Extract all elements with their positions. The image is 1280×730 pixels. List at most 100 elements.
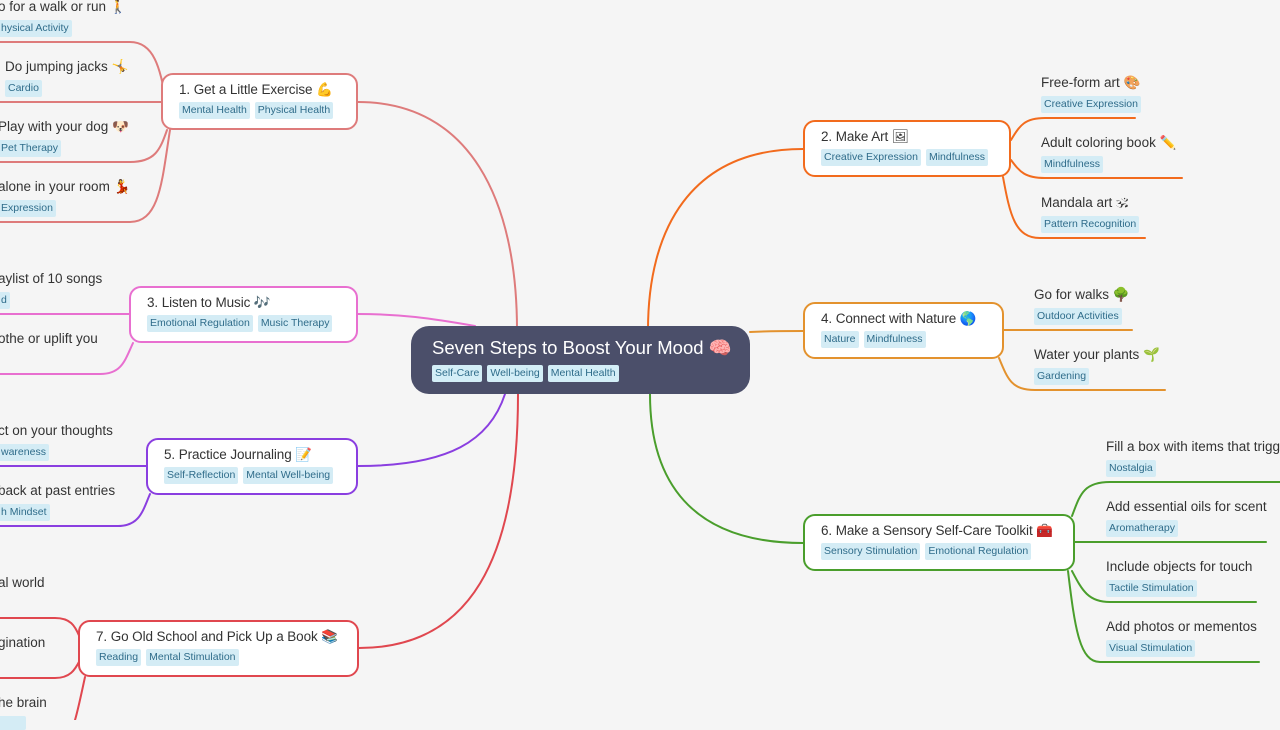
tag[interactable]: Gardening (1034, 368, 1090, 385)
leaf-soothe-uplift[interactable]: othe or uplift you (0, 330, 98, 348)
leaf-title: othe or uplift you (0, 331, 98, 346)
root-node[interactable]: Seven Steps to Boost Your Mood 🧠 Self-Ca… (411, 326, 750, 394)
branch-title: 3. Listen to Music 🎶 (147, 295, 271, 310)
leaf-title: Go for walks 🌳 (1034, 287, 1130, 302)
tag[interactable]: Nature (821, 331, 859, 348)
tag[interactable]: Mindfulness (863, 331, 926, 348)
leaf-title: Free-form art 🎨 (1041, 75, 1141, 90)
leaf-real-world[interactable]: al world (0, 574, 45, 592)
leaf-title: Fill a box with items that trigg (1106, 439, 1280, 454)
connector-root-art (647, 148, 804, 331)
mindmap-canvas[interactable]: Seven Steps to Boost Your Mood 🧠 Self-Ca… (0, 0, 1280, 730)
leaf-mandala-art[interactable]: Mandala art 🕉 Pattern Recognition (1041, 194, 1140, 233)
branch-title: 5. Practice Journaling 📝 (164, 447, 312, 462)
tag[interactable]: Emotional Regulation (147, 315, 253, 332)
branch-node-toolkit[interactable]: 6. Make a Sensory Self-Care Toolkit 🧰 Se… (803, 514, 1075, 571)
leaf-adult-coloring-book[interactable]: Adult coloring book ✏️ Mindfulness (1041, 134, 1176, 173)
tag[interactable]: Mental Stimulation (146, 649, 239, 666)
branch-node-music[interactable]: 3. Listen to Music 🎶 Emotional Regulatio… (129, 286, 358, 343)
tag[interactable]: Tactile Stimulation (1106, 580, 1197, 597)
tag[interactable]: Visual Stimulation (1106, 640, 1196, 657)
tag[interactable]: Creative Expression (1041, 96, 1141, 113)
connector-root-journaling (357, 393, 506, 467)
root-tag[interactable]: Well-being (487, 365, 543, 382)
branch-title: 2. Make Art 🖼 (821, 129, 909, 144)
leaf-playlist[interactable]: aylist of 10 songs d (0, 270, 102, 309)
leaf-water-plants[interactable]: Water your plants 🌱 Gardening (1034, 346, 1160, 385)
tag[interactable]: Outdoor Activities (1034, 308, 1122, 325)
tag[interactable]: Pet Therapy (0, 140, 62, 157)
tag[interactable]: h Mindset (0, 504, 50, 521)
leaf-jumping-jacks[interactable]: Do jumping jacks 🤸 Cardio (5, 58, 128, 97)
branch-title: 6. Make a Sensory Self-Care Toolkit 🧰 (821, 523, 1053, 538)
leaf-essential-oils[interactable]: Add essential oils for scent Aromatherap… (1106, 498, 1267, 537)
tag[interactable]: Mindfulness (1041, 156, 1104, 173)
leaf-title: ct on your thoughts (0, 423, 113, 438)
root-title: Seven Steps to Boost Your Mood 🧠 (432, 337, 732, 358)
leaf-free-form-art[interactable]: Free-form art 🎨 Creative Expression (1041, 74, 1141, 113)
tag[interactable]: Music Therapy (257, 315, 333, 332)
tag[interactable]: Self-Reflection (164, 467, 239, 484)
tag[interactable] (0, 716, 26, 730)
tag[interactable]: wareness (0, 444, 49, 461)
leaf-title: Do jumping jacks 🤸 (5, 59, 129, 74)
branch-node-journaling[interactable]: 5. Practice Journaling 📝 Self-Reflection… (146, 438, 358, 495)
branch-title: 4. Connect with Nature 🌎 (821, 311, 977, 326)
leaf-fill-a-box[interactable]: Fill a box with items that trigg Nostalg… (1106, 438, 1280, 477)
leaf-photos-mementos[interactable]: Add photos or mementos Visual Stimulatio… (1106, 618, 1257, 657)
leaf-title: Add essential oils for scent (1106, 499, 1267, 514)
connector-root-music (357, 313, 476, 327)
leaf-objects-for-touch[interactable]: Include objects for touch Tactile Stimul… (1106, 558, 1252, 597)
branch-title: 1. Get a Little Exercise 💪 (179, 82, 333, 97)
leaf-walk-or-run[interactable]: o for a walk or run 🚶 hysical Activity (0, 0, 127, 37)
leaf-the-brain[interactable]: he brain (0, 694, 47, 730)
tag[interactable]: Mental Health (179, 102, 250, 119)
connector-root-toolkit (649, 393, 804, 544)
leaf-title: al world (0, 575, 45, 590)
leaf-title: Adult coloring book ✏️ (1041, 135, 1177, 150)
tag[interactable]: Pattern Recognition (1041, 216, 1140, 233)
tag[interactable]: Physical Health (254, 102, 334, 119)
leaf-title: back at past entries (0, 483, 116, 498)
branch-node-nature[interactable]: 4. Connect with Nature 🌎 Nature Mindfulne… (803, 302, 1004, 359)
branch-title: 7. Go Old School and Pick Up a Book 📚 (96, 629, 338, 644)
branch-node-book[interactable]: 7. Go Old School and Pick Up a Book 📚 Re… (78, 620, 359, 677)
connector-book-leaf (74, 676, 86, 720)
tag[interactable]: hysical Activity (0, 20, 72, 37)
root-tags: Self-Care Well-being Mental Health (432, 365, 730, 382)
connector-root-exercise (357, 101, 518, 331)
leaf-imagination[interactable]: gination (0, 634, 45, 652)
leaf-title: Water your plants 🌱 (1034, 347, 1160, 362)
leaf-reflect-thoughts[interactable]: ct on your thoughts wareness (0, 422, 113, 461)
leaf-title: gination (0, 635, 46, 650)
tag[interactable]: Aromatherapy (1106, 520, 1178, 537)
leaf-title: alone in your room 💃 (0, 179, 131, 194)
tag[interactable]: Sensory Stimulation (821, 543, 921, 560)
leaf-title: Include objects for touch (1106, 559, 1253, 574)
leaf-go-for-walks[interactable]: Go for walks 🌳 Outdoor Activities (1034, 286, 1130, 325)
leaf-title: Add photos or mementos (1106, 619, 1257, 634)
tag[interactable]: Cardio (5, 80, 42, 97)
tag[interactable]: Nostalgia (1106, 460, 1156, 477)
connector-book-leaf (0, 659, 81, 679)
tag[interactable]: Creative Expression (821, 149, 921, 166)
leaf-title: aylist of 10 songs (0, 271, 103, 286)
tag[interactable]: Expression (0, 200, 56, 217)
leaf-title: o for a walk or run 🚶 (0, 0, 127, 14)
branch-node-art[interactable]: 2. Make Art 🖼 Creative Expression Mindful… (803, 120, 1011, 177)
tag[interactable]: Reading (96, 649, 142, 666)
leaf-title: Play with your dog 🐶 (0, 119, 129, 134)
branch-node-exercise[interactable]: 1. Get a Little Exercise 💪 Mental Health… (161, 73, 358, 130)
tag[interactable]: Mental Well-being (243, 467, 334, 484)
tag[interactable]: Emotional Regulation (925, 543, 1032, 560)
leaf-title: Mandala art 🕉 (1041, 195, 1129, 210)
tag[interactable]: Mindfulness (925, 149, 988, 166)
root-tag[interactable]: Self-Care (432, 365, 483, 382)
connector-root-nature (749, 330, 804, 333)
tag[interactable]: d (0, 292, 10, 309)
leaf-dance-alone[interactable]: alone in your room 💃 Expression (0, 178, 130, 217)
leaf-look-back-entries[interactable]: back at past entries h Mindset (0, 482, 115, 521)
root-tag[interactable]: Mental Health (547, 365, 619, 382)
leaf-play-with-dog[interactable]: Play with your dog 🐶 Pet Therapy (0, 118, 129, 157)
connector-root-book (358, 393, 519, 649)
